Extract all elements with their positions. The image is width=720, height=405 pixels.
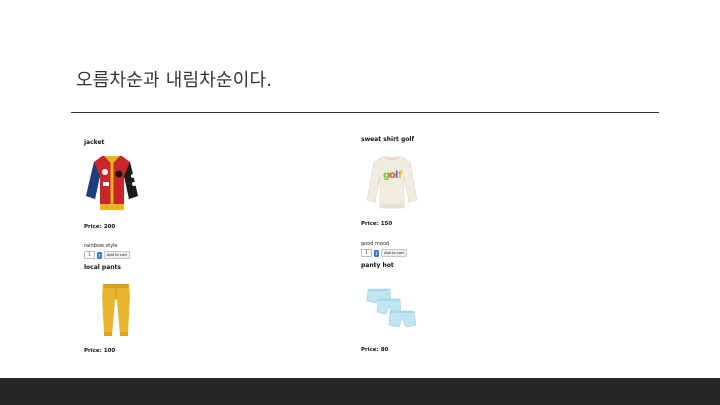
product-card-panty-hot: panty hot [361, 262, 561, 269]
quantity-stepper-icon[interactable]: ⇕ [97, 251, 102, 259]
product-card-local-pants: local pants [84, 264, 284, 271]
product-name: panty hot [361, 262, 394, 269]
add-to-cart-button[interactable]: Add to cart [381, 249, 407, 257]
product-name: sweat shirt golf [361, 136, 415, 143]
product-name: local pants [84, 264, 121, 271]
product-price: Price: 80 [361, 347, 389, 353]
product-name: jacket [84, 139, 105, 146]
product-card-jacket: jacket [84, 139, 284, 146]
cart-row: 1 ⇕ Add to cart [84, 251, 130, 259]
svg-text:f: f [398, 170, 403, 181]
shorts-image[interactable] [364, 285, 420, 331]
title-divider [71, 112, 659, 113]
slide-title: 오름차순과 내림차순이다. [76, 70, 273, 91]
quantity-input[interactable]: 1 [84, 251, 95, 259]
footer-bar [0, 378, 720, 405]
quantity-stepper-icon[interactable]: ⇕ [374, 249, 379, 257]
product-price: Price: 100 [84, 348, 116, 354]
quantity-input[interactable]: 1 [361, 249, 372, 257]
cart-row: 1 ⇕ Add to cart [361, 249, 407, 257]
product-description: good mood [361, 241, 390, 247]
product-card-sweat-shirt-golf: sweat shirt golf [361, 136, 561, 143]
product-price: Price: 150 [361, 221, 393, 227]
product-price: Price: 200 [84, 224, 116, 230]
add-to-cart-button[interactable]: Add to cart [104, 251, 130, 259]
sweatshirt-image[interactable]: g o l f [366, 154, 418, 210]
pants-image[interactable] [98, 282, 134, 338]
jacket-image[interactable] [84, 152, 140, 212]
product-description: rainbow style [84, 243, 118, 249]
